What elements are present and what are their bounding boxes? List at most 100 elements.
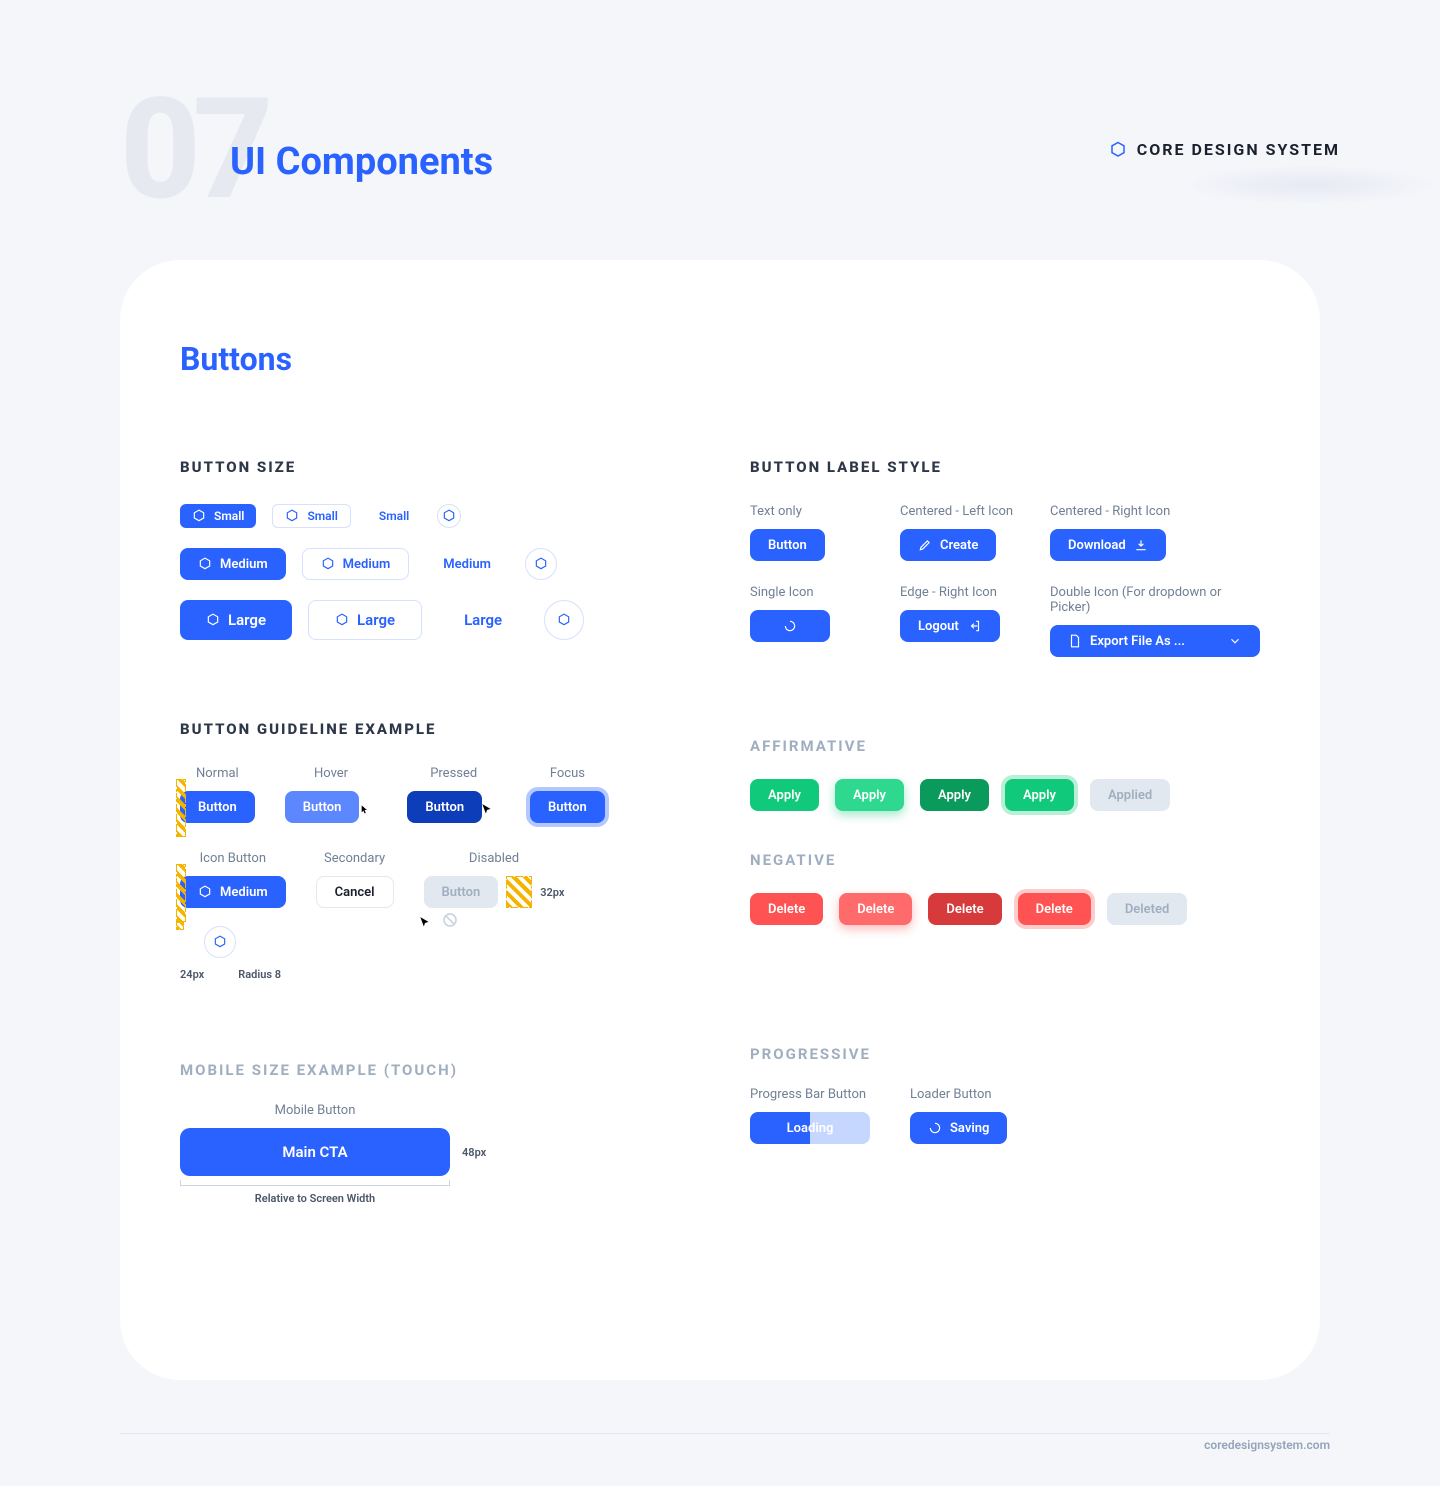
spacing-marker: [176, 779, 186, 837]
logout-icon: [968, 619, 982, 633]
not-allowed-icon: [442, 912, 458, 928]
footer-divider: [120, 1433, 1330, 1434]
apply-button[interactable]: Apply: [750, 779, 819, 811]
edge-right-label: Edge - Right Icon: [900, 585, 1026, 600]
spinner-icon: [928, 1121, 942, 1135]
btn-text: Cancel: [335, 885, 375, 900]
single-icon-button[interactable]: [750, 610, 830, 642]
btn-text: Create: [940, 538, 978, 553]
state-focus-label: Focus: [530, 766, 605, 781]
state-normal-label: Normal: [180, 766, 255, 781]
apply-button-pressed[interactable]: Apply: [920, 779, 989, 811]
small-button-ghost[interactable]: Small: [367, 504, 421, 528]
btn-text: Button: [198, 800, 237, 815]
hexagon-icon: [442, 509, 456, 523]
progress-bar-button[interactable]: Loading: [750, 1112, 870, 1144]
secondary-button[interactable]: Cancel: [316, 876, 394, 908]
small-button-outline[interactable]: Small: [272, 504, 350, 528]
progressive-heading: PROGRESSIVE: [750, 1045, 1260, 1063]
delete-button-pressed[interactable]: Delete: [928, 893, 1001, 925]
brand-shadow: [1180, 165, 1440, 205]
file-icon: [1068, 634, 1082, 648]
label-style-heading: BUTTON LABEL STYLE: [750, 458, 1260, 476]
apply-button-hover[interactable]: Apply: [835, 779, 904, 811]
btn-text: Export File As ...: [1090, 634, 1185, 649]
focus-button[interactable]: Button: [530, 791, 605, 823]
btn-text: Applied: [1108, 788, 1152, 803]
icon-button-example[interactable]: Medium: [180, 876, 286, 908]
download-button[interactable]: Download: [1050, 529, 1166, 561]
centered-right-label: Centered - Right Icon: [1050, 504, 1260, 519]
medium-label: Medium: [443, 557, 491, 572]
btn-text: Delete: [1036, 902, 1073, 917]
brand-label: CORE DESIGN SYSTEM: [1109, 140, 1340, 159]
medium-button-outline[interactable]: Medium: [302, 548, 410, 580]
large-button-ghost[interactable]: Large: [438, 600, 528, 640]
hexagon-icon: [321, 557, 335, 571]
hexagon-icon: [198, 557, 212, 571]
hover-button[interactable]: Button: [285, 791, 360, 823]
hexagon-icon: [192, 509, 206, 523]
small-label: Small: [214, 509, 244, 523]
small-button-icon-only[interactable]: [437, 504, 461, 528]
medium-button-fill[interactable]: Medium: [180, 548, 286, 580]
single-icon-label: Single Icon: [750, 585, 876, 600]
large-button-icon-only[interactable]: [544, 600, 584, 640]
loader-label: Loader Button: [910, 1087, 1007, 1102]
width-rule: [180, 1180, 450, 1186]
mobile-label: Mobile Button: [180, 1103, 450, 1118]
apply-button-focus[interactable]: Apply: [1005, 779, 1074, 811]
arrow-cursor-icon: [418, 916, 432, 930]
mobile-heading: MOBILE SIZE EXAMPLE (TOUCH): [180, 1061, 690, 1079]
guideline-heading: BUTTON GUIDELINE EXAMPLE: [180, 720, 690, 738]
btn-text: Apply: [768, 788, 801, 803]
btn-text: Button: [425, 800, 464, 815]
delete-button-focus[interactable]: Delete: [1018, 893, 1091, 925]
label-style-section: BUTTON LABEL STYLE Text only Button Cent…: [750, 458, 1260, 657]
ann-48px: 48px: [462, 1146, 486, 1159]
hexagon-icon: [1109, 141, 1127, 159]
mobile-section: MOBILE SIZE EXAMPLE (TOUCH) Mobile Butto…: [180, 1061, 690, 1205]
card-title: Buttons: [180, 340, 1260, 378]
btn-text: Deleted: [1125, 902, 1170, 917]
medium-button-icon-only[interactable]: [525, 548, 557, 580]
hexagon-icon: [534, 557, 548, 571]
state-hover-label: Hover: [285, 766, 378, 781]
hexagon-icon: [206, 613, 220, 627]
loader-button[interactable]: Saving: [910, 1112, 1007, 1144]
small-button-fill[interactable]: Small: [180, 504, 256, 528]
large-button-outline[interactable]: Large: [308, 600, 422, 640]
ann-32px: 32px: [540, 886, 564, 899]
delete-button-hover[interactable]: Delete: [839, 893, 912, 925]
pressed-button[interactable]: Button: [407, 791, 482, 823]
btn-text: Button: [442, 885, 481, 900]
disabled-button: Button: [424, 876, 499, 908]
button-size-heading: BUTTON SIZE: [180, 458, 690, 476]
large-label: Large: [464, 611, 502, 629]
large-label: Large: [357, 611, 395, 629]
affirmative-heading: AFFIRMATIVE: [750, 737, 1260, 755]
logout-button[interactable]: Logout: [900, 610, 1000, 642]
normal-button[interactable]: Button: [180, 791, 255, 823]
mobile-cta-button[interactable]: Main CTA: [180, 1128, 450, 1176]
create-button[interactable]: Create: [900, 529, 996, 561]
applied-button: Applied: [1090, 779, 1170, 811]
page-title: UI Components: [230, 140, 493, 184]
export-button[interactable]: Export File As ...: [1050, 625, 1260, 657]
large-button-fill[interactable]: Large: [180, 600, 292, 640]
progress-bar-label: Progress Bar Button: [750, 1087, 870, 1102]
state-icon-label: Icon Button: [180, 851, 286, 866]
delete-button[interactable]: Delete: [750, 893, 823, 925]
text-only-button[interactable]: Button: [750, 529, 825, 561]
medium-button-ghost[interactable]: Medium: [425, 548, 509, 580]
centered-left-label: Centered - Left Icon: [900, 504, 1026, 519]
brand-text: CORE DESIGN SYSTEM: [1137, 140, 1340, 159]
negative-heading: NEGATIVE: [750, 851, 1260, 869]
btn-text: Button: [303, 800, 342, 815]
right-column: BUTTON LABEL STYLE Text only Button Cent…: [750, 458, 1260, 1205]
hexagon-icon: [198, 885, 212, 899]
chevron-down-icon: [1228, 634, 1242, 648]
ann-radius8: Radius 8: [238, 968, 281, 981]
icon-only-example[interactable]: [204, 926, 236, 958]
affirmative-section: AFFIRMATIVE Apply Apply Apply Apply Appl…: [750, 737, 1260, 811]
